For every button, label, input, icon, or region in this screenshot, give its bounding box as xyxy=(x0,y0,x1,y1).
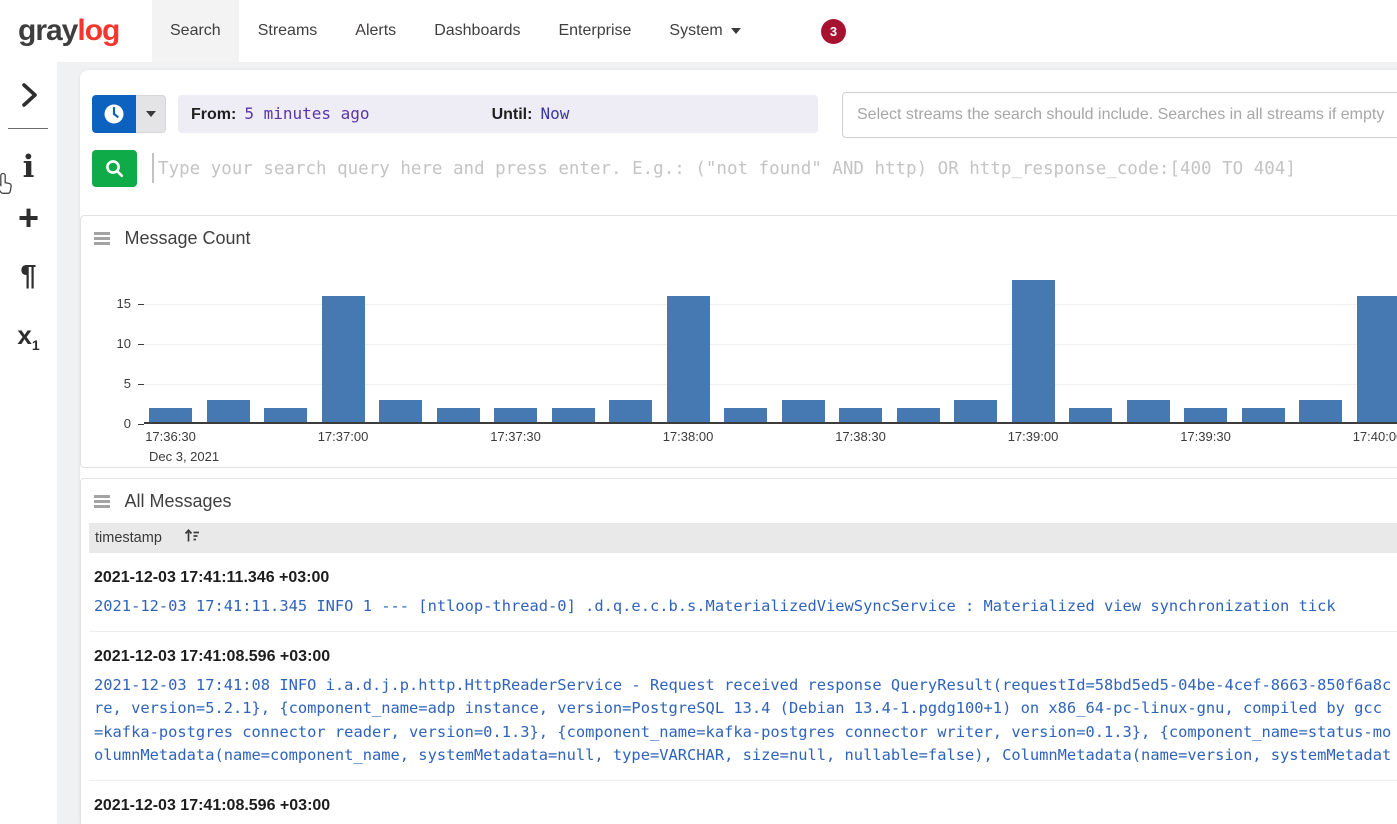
message-timestamp: 2021-12-03 17:41:11.346 +03:00 xyxy=(94,569,1397,587)
x-axis-line xyxy=(144,422,1397,424)
bar xyxy=(1299,400,1342,424)
nav-item-label: System xyxy=(669,22,722,39)
caret-down-icon xyxy=(731,28,741,34)
y-axis-tick-label: 0 xyxy=(89,416,131,431)
y-axis-tick xyxy=(138,424,144,425)
time-range-button[interactable] xyxy=(92,95,136,133)
y-axis-tick xyxy=(138,304,144,305)
nav-item-label: Dashboards xyxy=(434,22,520,39)
nav-item-search[interactable]: Search xyxy=(152,0,239,62)
message-count-widget: Message Count 05101517:36:3017:37:0017:3… xyxy=(80,215,1397,468)
nav-item-alerts[interactable]: Alerts xyxy=(355,0,396,62)
graylog-logo[interactable]: graylog xyxy=(18,0,119,62)
message-row[interactable]: 2021-12-03 17:41:08.596 +03:00 xyxy=(89,781,1397,824)
message-row[interactable]: 2021-12-03 17:41:11.346 +03:00 2021-12-03… xyxy=(89,553,1397,632)
x-axis-date-label: Dec 3, 2021 xyxy=(149,449,219,464)
message-body: 2021-12-03 17:41:08 INFO i.a.d.j.p.http.… xyxy=(94,674,1397,768)
nav-item-system[interactable]: System xyxy=(669,0,740,62)
sidebar-divider xyxy=(8,128,48,129)
nav-item-enterprise[interactable]: Enterprise xyxy=(558,0,631,62)
message-log-line: =kafka-postgres connector reader, versio… xyxy=(94,721,1397,745)
y-axis-tick-label: 15 xyxy=(89,296,131,311)
bar xyxy=(207,400,250,424)
x-axis-tick-label: 17:38:00 xyxy=(663,429,714,444)
x-axis-tick-label: 17:37:00 xyxy=(318,429,369,444)
message-list: 2021-12-03 17:41:11.346 +03:00 2021-12-03… xyxy=(89,553,1397,824)
search-query-input[interactable] xyxy=(158,150,1397,187)
message-log-line: re, version=5.2.1}, {component_name=adp … xyxy=(94,697,1397,721)
message-log-line: 2021-12-03 17:41:08 INFO i.a.d.j.p.http.… xyxy=(94,674,1397,698)
message-body: 2021-12-03 17:41:11.345 INFO 1 --- [ntlo… xyxy=(94,595,1397,619)
widget-title: All Messages xyxy=(124,491,231,511)
bar xyxy=(782,400,825,424)
bar xyxy=(1127,400,1170,424)
bar xyxy=(954,400,997,424)
nav-item-label: Streams xyxy=(258,22,318,39)
y-axis-tick xyxy=(138,344,144,345)
message-row[interactable]: 2021-12-03 17:41:08.596 +03:00 2021-12-03… xyxy=(89,632,1397,781)
from-label: From: xyxy=(191,106,236,123)
time-range-display: From: 5 minutes ago Until: Now xyxy=(178,95,818,133)
all-messages-widget: All Messages timestamp 2021-12-03 17:41:… xyxy=(80,478,1397,824)
time-range-dropdown-button[interactable] xyxy=(136,95,166,133)
message-log-line: 2021-12-03 17:41:11.345 INFO 1 --- [ntlo… xyxy=(94,595,1397,619)
widget-menu-icon[interactable] xyxy=(94,493,110,511)
bar xyxy=(322,296,365,424)
text-cursor xyxy=(152,153,154,183)
notification-badge[interactable]: 3 xyxy=(821,19,846,44)
message-count-chart[interactable]: 0 5 10 15 17:36:30 17:37:00 17:37:30 17:38:00 17… xyxy=(81,216,1397,467)
until-label: Until: xyxy=(492,106,533,123)
bar xyxy=(379,400,422,424)
logo-text-log: log xyxy=(77,14,119,47)
pilcrow-icon: ¶ xyxy=(20,260,36,292)
x-axis-tick-label: 17:39:00 xyxy=(1008,429,1059,444)
caret-down-icon xyxy=(146,111,156,117)
chevron-right-icon xyxy=(19,82,39,108)
until-value: Now xyxy=(540,104,569,123)
timestamp-column-header[interactable]: timestamp xyxy=(89,523,1397,553)
x-axis-tick-label: 17:37:30 xyxy=(490,429,541,444)
y-axis-tick-label: 10 xyxy=(89,336,131,351)
nav-item-label: Search xyxy=(170,22,221,39)
search-button[interactable] xyxy=(92,150,137,187)
logo-text-gray: gray xyxy=(18,14,77,47)
message-log-line: olumnMetadata(name=component_name, syste… xyxy=(94,744,1397,768)
y-axis-tick xyxy=(138,384,144,385)
message-timestamp: 2021-12-03 17:41:08.596 +03:00 xyxy=(94,648,1397,666)
bar xyxy=(1357,296,1397,424)
search-page-card: From:5 minutes agoUntil:Now Message Coun… xyxy=(80,70,1397,824)
info-icon: i xyxy=(23,149,35,185)
paragraph-button[interactable]: ¶ xyxy=(0,254,57,298)
bar xyxy=(667,296,710,424)
x-axis-tick-label: 17:39:30 xyxy=(1180,429,1231,444)
column-header-label: timestamp xyxy=(95,530,162,546)
nav-item-streams[interactable]: Streams xyxy=(258,0,318,62)
plus-icon: + xyxy=(18,197,39,238)
x-axis-tick-label: 17:40:00 xyxy=(1353,429,1397,444)
subscript-icon: x xyxy=(17,320,31,350)
bar xyxy=(609,400,652,424)
graylog-app: graylog Search Streams Alerts Dashboards Ent… xyxy=(0,0,1397,824)
search-icon xyxy=(104,158,125,179)
expand-sidebar-button[interactable] xyxy=(0,82,57,113)
nav-item-label: Alerts xyxy=(355,22,396,39)
stream-select-input[interactable] xyxy=(842,92,1397,138)
top-navbar: graylog Search Streams Alerts Dashboards Ent… xyxy=(0,0,1397,62)
sort-icon[interactable] xyxy=(184,528,200,544)
x-axis-tick-label: 17:38:30 xyxy=(835,429,886,444)
mouse-cursor-pointer xyxy=(0,172,17,198)
clock-icon xyxy=(103,103,125,125)
subscript-digit: 1 xyxy=(32,337,40,353)
main-nav: Search Streams Alerts Dashboards Enterprise S… xyxy=(152,0,760,62)
message-timestamp: 2021-12-03 17:41:08.596 +03:00 xyxy=(94,797,1397,815)
nav-item-dashboards[interactable]: Dashboards xyxy=(434,0,520,62)
subscript-button[interactable]: x1 xyxy=(0,312,57,368)
y-axis-tick-label: 5 xyxy=(89,376,131,391)
bar xyxy=(1012,280,1055,424)
add-button[interactable]: + xyxy=(0,196,57,240)
x-axis-tick-label: 17:36:30 xyxy=(145,429,196,444)
from-value: 5 minutes ago xyxy=(244,104,369,123)
nav-item-label: Enterprise xyxy=(558,22,631,39)
